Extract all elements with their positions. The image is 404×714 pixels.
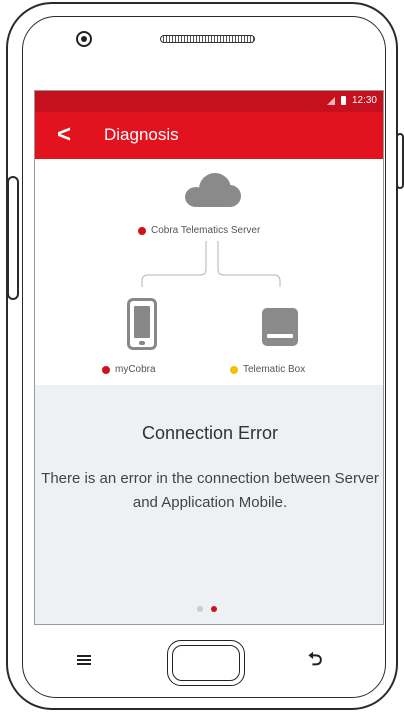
smartphone-icon [127, 298, 157, 350]
battery-icon [340, 96, 346, 105]
app-label: myCobra [102, 364, 156, 375]
menu-icon[interactable] [77, 655, 91, 665]
back-icon[interactable]: ⮌ [308, 647, 322, 677]
volume-button [7, 176, 19, 300]
error-title: Connection Error [141, 423, 279, 443]
app-label-text: myCobra [115, 364, 156, 375]
error-panel: Connection Error There is an error in th… [35, 385, 383, 624]
page-title: Diagnosis [104, 125, 179, 144]
page-dot-2-active[interactable] [211, 606, 217, 612]
page-dot-1[interactable] [197, 606, 203, 612]
box-status-dot [230, 365, 238, 374]
box-label: Telematic Box [230, 364, 305, 375]
box-label-text: Telematic Box [243, 364, 306, 375]
speaker-grille [160, 35, 255, 43]
app-screen: 12:30 < Diagnosis Cobra Telematics Serve… [34, 90, 384, 625]
home-button[interactable] [167, 640, 245, 686]
connection-diagram: Cobra Telematics Server myCobra Telemati… [35, 159, 383, 385]
power-button [396, 133, 404, 189]
status-time: 12:30 [351, 95, 377, 106]
app-status-dot [102, 365, 110, 374]
status-bar: 12:30 [35, 91, 383, 112]
back-arrow-icon[interactable]: < [57, 123, 71, 147]
telematic-box-icon [262, 308, 298, 346]
front-camera-icon [76, 31, 92, 47]
connection-lines [141, 241, 281, 287]
signal-icon [326, 96, 335, 105]
app-toolbar: < Diagnosis [35, 112, 383, 159]
page-indicator[interactable] [197, 606, 217, 612]
error-message: There is an error in the connection betw… [41, 470, 379, 511]
